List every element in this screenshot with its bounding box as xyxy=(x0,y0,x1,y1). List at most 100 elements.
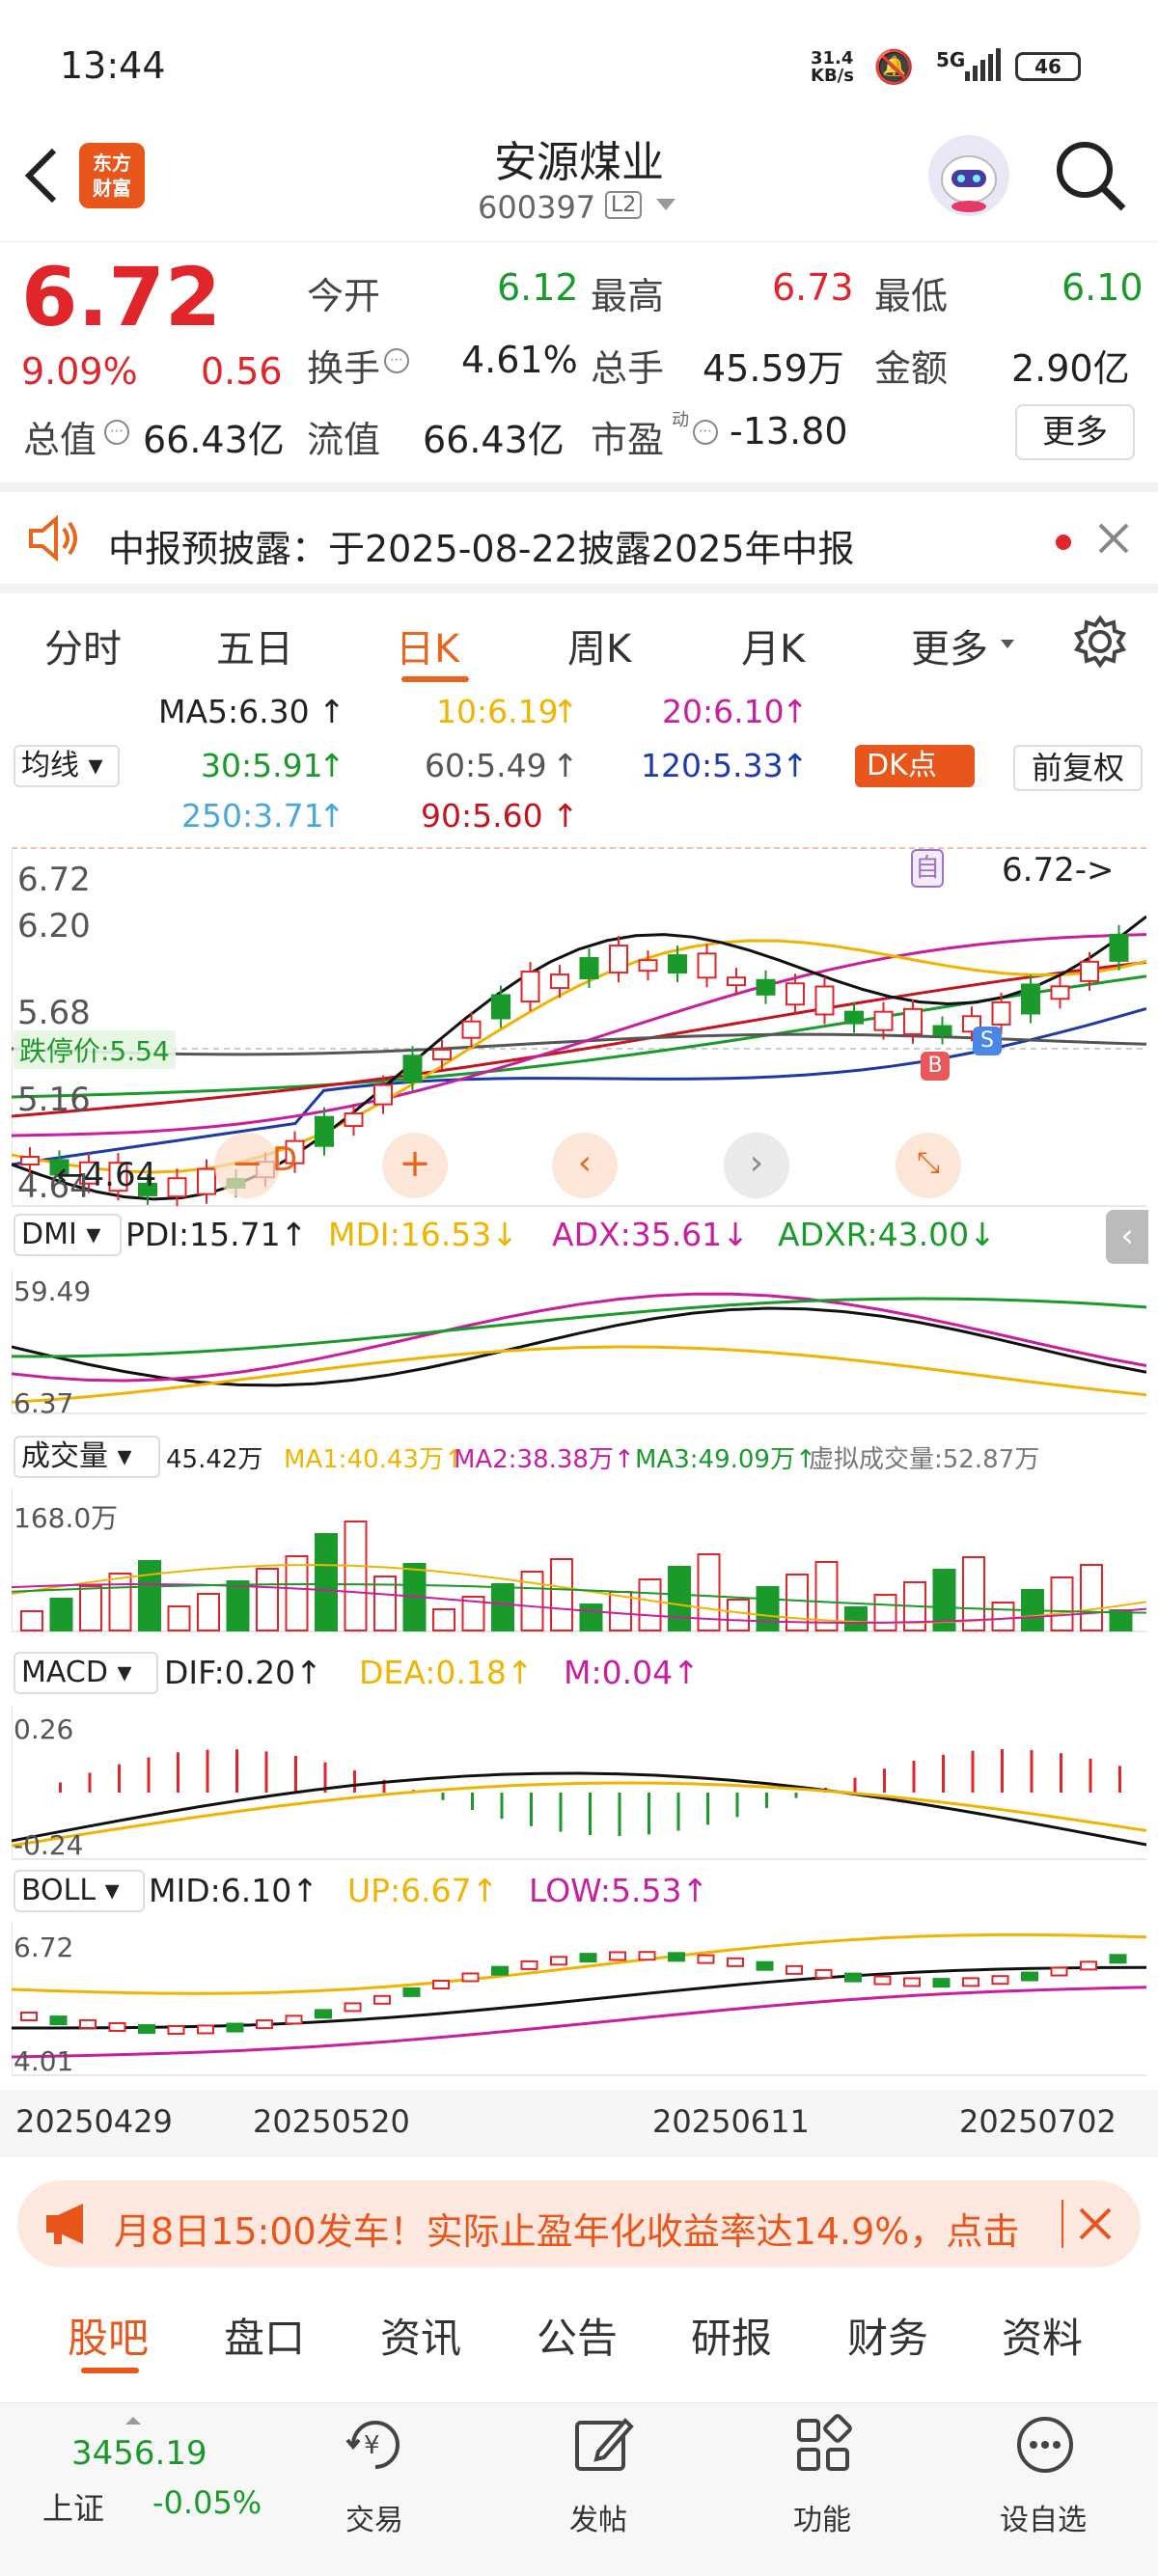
tab-announcements[interactable]: 公告 xyxy=(537,2306,618,2365)
kline-ymax: 6.72 xyxy=(17,861,91,899)
adjust-button[interactable]: 前复权 xyxy=(1013,745,1143,791)
tab-profile[interactable]: 资料 xyxy=(1002,2306,1083,2365)
adx-value: ADX:35.61 xyxy=(552,1216,723,1253)
volume-bar xyxy=(20,1610,43,1631)
adx-line xyxy=(12,1292,1146,1383)
candle-body xyxy=(873,1010,894,1031)
virtual-volume: 虚拟成交量:52.87万 xyxy=(809,1445,1040,1474)
tab-more[interactable]: 更多 xyxy=(911,617,988,673)
content-tabs: 股吧 盘口 资讯 公告 研报 财务 资料 xyxy=(0,2277,1158,2383)
caret-up-icon xyxy=(124,2411,143,2429)
tab-forum[interactable]: 股吧 xyxy=(68,2306,149,2365)
function-label[interactable]: 功能 xyxy=(793,2496,851,2538)
low-price-marker: ←4.64 xyxy=(56,1156,157,1194)
index-value[interactable]: 3456.19 xyxy=(71,2434,207,2473)
buy-marker[interactable]: B xyxy=(921,1052,950,1081)
speaker-icon xyxy=(27,514,81,565)
index-change: -0.05% xyxy=(152,2484,262,2521)
boll-low-value: LOW:5.53 xyxy=(529,1872,682,1909)
trade-icon[interactable]: ¥ xyxy=(344,2413,407,2480)
close-icon[interactable] xyxy=(1096,521,1131,560)
promo-banner[interactable]: 月8日15:00发车！实际止盈年化收益率达14.9%，点击 xyxy=(17,2180,1141,2267)
edit-post-icon[interactable] xyxy=(571,2413,635,2480)
more-button[interactable]: 更多 xyxy=(1015,404,1135,460)
svg-text:¥: ¥ xyxy=(364,2431,380,2460)
sell-marker[interactable]: S xyxy=(973,1027,1002,1055)
volume-bar xyxy=(49,1598,73,1631)
boll-candle xyxy=(668,1952,685,1962)
volume-ma2: MA2:38.38万↑ xyxy=(454,1445,635,1474)
candle-body xyxy=(520,971,540,1003)
search-icon[interactable] xyxy=(1054,139,1127,216)
info-icon[interactable]: ⋯ xyxy=(384,348,409,373)
turnover-value: 4.61% xyxy=(461,339,578,381)
close-icon[interactable] xyxy=(1077,2206,1114,2246)
volume-selector[interactable]: 成交量 ▾ xyxy=(14,1436,160,1478)
tab-news[interactable]: 资讯 xyxy=(380,2306,461,2365)
tab-timeshare[interactable]: 分时 xyxy=(44,617,122,673)
gear-icon[interactable] xyxy=(1073,615,1127,672)
high-value: 6.73 xyxy=(772,266,854,309)
info-icon[interactable]: ⋯ xyxy=(104,420,129,445)
chevron-down-icon[interactable] xyxy=(654,197,677,218)
boll-candle xyxy=(814,1968,833,1979)
collapse-panel-icon[interactable]: ‹ xyxy=(1106,1210,1148,1264)
notice-bar[interactable]: 中报预披露：于2025-08-22披露2025年中报 xyxy=(0,482,1158,579)
pe-value: -13.80 xyxy=(730,410,848,452)
float-label: 流值 xyxy=(307,419,381,461)
chevron-left-icon[interactable]: ‹ xyxy=(552,1133,618,1198)
stock-code: 600397 xyxy=(478,189,596,226)
boll-candle xyxy=(844,1972,862,1983)
boll-candle xyxy=(167,2024,185,2035)
tab-daily-k[interactable]: 日K xyxy=(396,617,459,673)
watchlist-label[interactable]: 设自选 xyxy=(1000,2496,1087,2538)
last-price-marker: 6.72-> xyxy=(1002,851,1115,890)
more-dots-icon[interactable] xyxy=(1013,2413,1077,2480)
self-marker[interactable]: 自 xyxy=(911,849,944,888)
expand-icon[interactable]: ⤡ xyxy=(896,1133,961,1198)
boll-candle xyxy=(903,1977,921,1987)
chevron-right-icon[interactable]: › xyxy=(724,1133,789,1198)
boll-selector[interactable]: BOLL ▾ xyxy=(14,1870,145,1912)
tab-five-day[interactable]: 五日 xyxy=(216,617,293,673)
tab-weekly-k[interactable]: 周K xyxy=(567,617,631,673)
candle-body xyxy=(550,973,569,990)
ma20-label: 20:6.10 xyxy=(662,693,785,730)
trade-label[interactable]: 交易 xyxy=(345,2496,403,2538)
zoom-in-button[interactable]: + xyxy=(382,1133,448,1198)
tab-monthly-k[interactable]: 月K xyxy=(741,617,805,673)
ma-selector[interactable]: 均线 ▾ xyxy=(14,745,120,787)
candle-body xyxy=(609,945,628,974)
info-icon[interactable]: ⋯ xyxy=(693,420,718,445)
volume-bar xyxy=(226,1580,250,1631)
macd-selector[interactable]: MACD ▾ xyxy=(14,1652,158,1694)
tab-research[interactable]: 研报 xyxy=(691,2306,772,2365)
boll-mid-value: MID:6.10 xyxy=(149,1872,292,1909)
mktcap-value: 66.43亿 xyxy=(143,419,285,461)
robot-assistant-icon[interactable] xyxy=(928,135,1009,216)
candle-body xyxy=(697,952,717,979)
boll-candle xyxy=(638,1951,656,1961)
candle-body xyxy=(814,985,835,1016)
grid-apps-icon[interactable] xyxy=(791,2413,855,2480)
high-label: 最高 xyxy=(591,275,665,317)
dk-button[interactable]: DK点 xyxy=(855,745,975,787)
unread-dot xyxy=(1056,534,1071,550)
ma90-label: 90:5.60 xyxy=(421,797,543,835)
turnover-label: 换手 xyxy=(307,347,381,390)
candle-body xyxy=(373,1083,393,1106)
dmi-selector[interactable]: DMI ▾ xyxy=(14,1214,122,1256)
post-label[interactable]: 发帖 xyxy=(569,2496,627,2538)
tab-finance[interactable]: 财务 xyxy=(847,2306,928,2365)
candle-body xyxy=(1050,985,1070,1000)
boll-selector-label: BOLL xyxy=(21,1874,96,1907)
change-amount: 0.56 xyxy=(201,350,283,393)
dmi-chart xyxy=(12,1270,1146,1414)
mdi-line xyxy=(12,1345,1146,1404)
ma5-arrow: ↑ xyxy=(318,693,345,730)
quote-panel: 6.72 9.09% 0.56 今开 6.12 最高 6.73 最低 6.10 … xyxy=(0,241,1158,478)
pdi-value: PDI:15.71 xyxy=(125,1216,281,1253)
zoom-out-button[interactable]: − xyxy=(214,1133,280,1198)
tab-orderbook[interactable]: 盘口 xyxy=(224,2306,305,2365)
battery-icon: 46 xyxy=(1015,52,1081,81)
